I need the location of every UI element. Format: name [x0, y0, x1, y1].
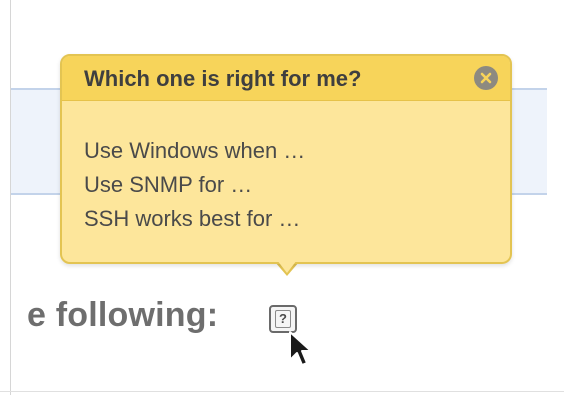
tooltip-line-snmp: Use SNMP for … — [84, 172, 253, 197]
mouse-pointer-icon — [288, 330, 314, 370]
tooltip-body: Use Windows when … Use SNMP for … SSH wo… — [84, 134, 305, 236]
tooltip-line-windows: Use Windows when … — [84, 138, 306, 163]
close-icon[interactable] — [474, 66, 498, 90]
page: e following: ? Which one is right for me… — [0, 0, 564, 395]
help-tooltip: Which one is right for me? Use Windows w… — [60, 54, 512, 264]
tooltip-arrow-fill — [277, 260, 297, 273]
bottom-border — [0, 391, 564, 392]
question-mark-icon: ? — [275, 310, 291, 328]
help-button[interactable]: ? — [269, 305, 297, 333]
form-label: e following: — [27, 296, 219, 334]
tooltip-line-ssh: SSH works best for … — [84, 206, 301, 231]
tooltip-title: Which one is right for me? — [84, 66, 362, 91]
tooltip-header: Which one is right for me? — [62, 56, 510, 101]
left-border — [10, 0, 11, 395]
